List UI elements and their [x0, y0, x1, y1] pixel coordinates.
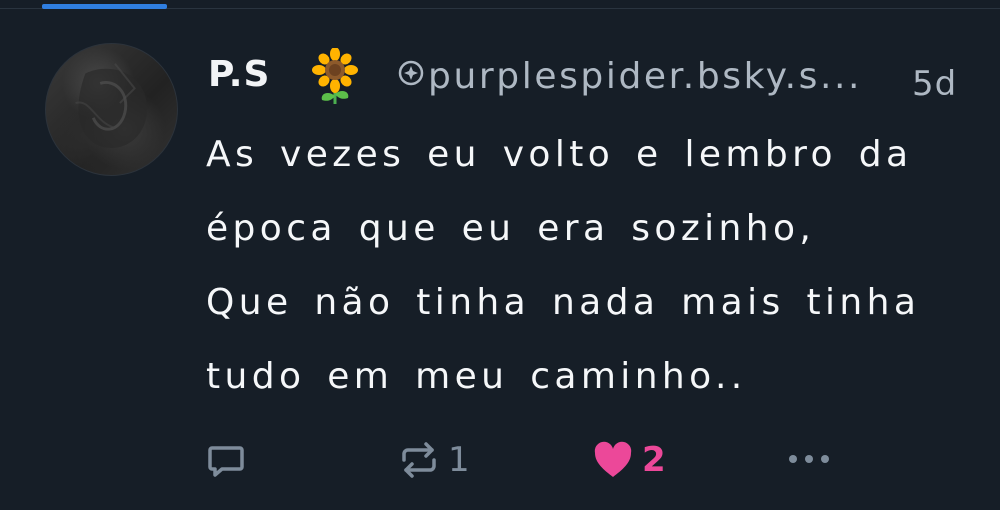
- author-handle: purplespider.bsky.s...: [428, 56, 863, 97]
- post-text-line: época que eu era sozinho,: [206, 208, 816, 249]
- more-options-button[interactable]: [787, 452, 831, 466]
- post-actions: 1 2: [0, 430, 1000, 490]
- post-timestamp[interactable]: 5d: [912, 64, 957, 104]
- like-button[interactable]: 2: [592, 440, 666, 480]
- post-text-line: Que não tinha nada mais tinha: [206, 282, 921, 323]
- post-text: As vezes eu volto e lembro da época que …: [206, 118, 976, 414]
- avatar-image: [75, 63, 148, 148]
- author-handle-link[interactable]: purplespider.bsky.s...: [398, 56, 862, 97]
- avatar[interactable]: [45, 43, 178, 176]
- author-display-name[interactable]: P.S: [208, 54, 270, 95]
- post-header: P.S purplespider.bsky.s... 5d: [208, 48, 968, 108]
- heart-icon: [594, 441, 632, 477]
- repost-count: 1: [448, 440, 470, 480]
- post-view: P.S purplespider.bsky.s... 5d As vezes e…: [0, 0, 1000, 510]
- repost-icon: [402, 442, 436, 478]
- reply-icon: [208, 446, 244, 477]
- active-tab-indicator: [42, 4, 167, 9]
- reply-button[interactable]: [206, 440, 246, 480]
- post-text-line: tudo em meu caminho..: [206, 356, 747, 397]
- post-text-line: As vezes eu volto e lembro da: [206, 134, 913, 175]
- repost-button[interactable]: 1: [398, 440, 470, 480]
- verified-handle-icon: [398, 60, 424, 86]
- like-count: 2: [642, 440, 666, 480]
- sunflower-icon: [312, 48, 358, 104]
- more-icon: [789, 455, 829, 463]
